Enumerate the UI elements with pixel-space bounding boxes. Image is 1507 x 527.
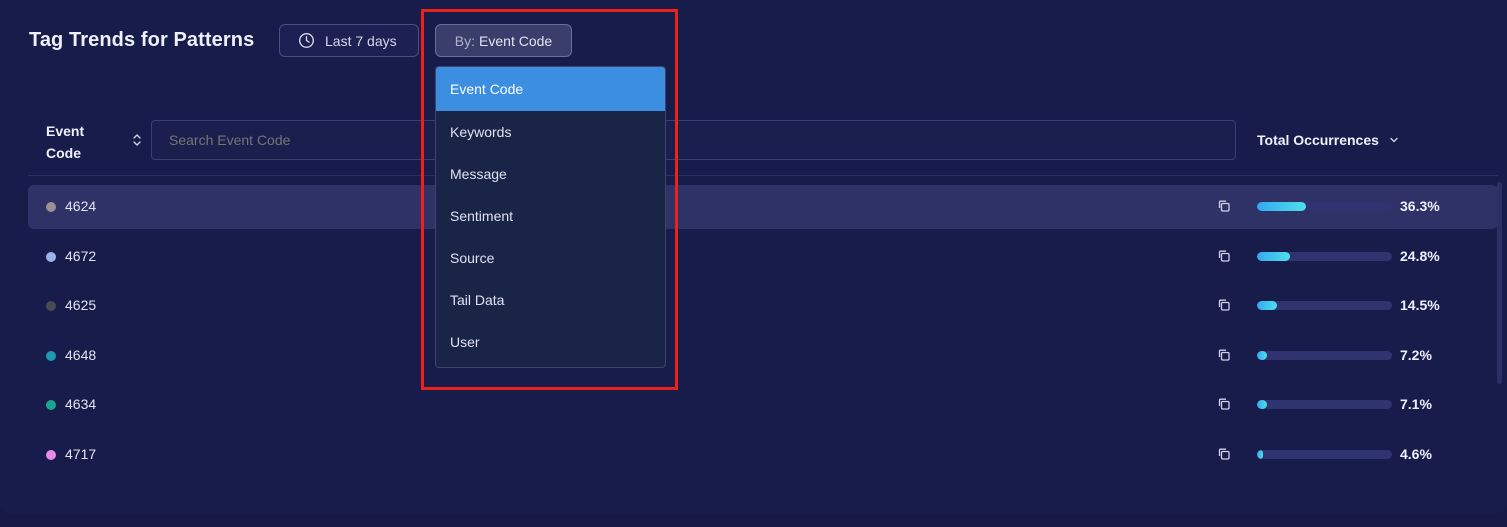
occurrence-percent: 24.8% [1400, 247, 1440, 264]
occurrence-bar-fill [1257, 202, 1306, 211]
table-row[interactable]: 4717 4.6% [28, 433, 1498, 477]
occurrence-bar [1257, 449, 1392, 459]
time-range-button[interactable]: Last 7 days [279, 24, 419, 57]
tag-trends-panel: Tag Trends for Patterns Last 7 days By: … [0, 0, 1507, 514]
total-occurrences-column-header[interactable]: Total Occurrences [1257, 132, 1399, 148]
search-input[interactable] [151, 120, 1236, 160]
sort-icon[interactable] [132, 133, 142, 147]
series-color-dot [46, 251, 56, 262]
copy-icon[interactable] [1217, 447, 1231, 461]
occurrence-bar-fill [1257, 350, 1267, 360]
occurrence-bar [1257, 202, 1392, 211]
occurrence-bar [1257, 350, 1392, 360]
table-row[interactable]: 4672 24.8% [28, 235, 1498, 279]
occurrence-bar-fill [1257, 400, 1267, 409]
page-title: Tag Trends for Patterns [29, 29, 255, 51]
table-row[interactable]: 4634 7.1% [28, 383, 1498, 427]
event-code-value: 4624 [65, 198, 97, 214]
occurrence-bar [1257, 301, 1392, 310]
series-color-dot [46, 350, 56, 361]
chevron-down-icon [1390, 137, 1398, 143]
copy-icon[interactable] [1217, 397, 1231, 411]
occurrence-percent: 7.2% [1400, 346, 1432, 363]
event-code-value: 4672 [65, 247, 97, 264]
time-range-label: Last 7 days [325, 32, 397, 49]
scrollbar[interactable] [1497, 182, 1502, 384]
event-code-column-header[interactable]: Event Code [46, 120, 106, 164]
copy-icon[interactable] [1217, 249, 1231, 263]
event-code-value: 4625 [65, 297, 97, 313]
copy-icon[interactable] [1217, 199, 1231, 213]
event-code-value: 4648 [65, 346, 97, 363]
event-code-value: 4634 [65, 396, 97, 412]
series-color-dot [46, 449, 56, 460]
occurrence-percent: 7.1% [1400, 396, 1432, 412]
occurrence-bar-fill [1257, 301, 1277, 310]
occurrence-percent: 4.6% [1400, 445, 1432, 462]
event-code-list: 4624 36.3% 4672 24.8% 4625 14.5% 4648 7.2% 4634 7… [28, 185, 1498, 482]
series-color-dot [46, 301, 56, 311]
occurrence-percent: 14.5% [1400, 297, 1440, 313]
occurrence-bar-fill [1257, 449, 1264, 459]
occurrence-bar-fill [1257, 251, 1291, 261]
series-color-dot [46, 400, 56, 410]
table-row[interactable]: 4624 36.3% [28, 185, 1498, 229]
occurrence-bar [1257, 400, 1392, 409]
series-color-dot [46, 202, 56, 212]
clock-icon [299, 33, 314, 48]
occurrence-bar [1257, 251, 1392, 261]
table-row[interactable]: 4625 14.5% [28, 284, 1498, 328]
table-row[interactable]: 4648 7.2% [28, 334, 1498, 378]
occurrence-percent: 36.3% [1400, 198, 1440, 214]
table-header: Event Code Total Occurrences [28, 110, 1498, 176]
highlight-box [421, 9, 678, 390]
event-code-value: 4717 [65, 445, 97, 462]
copy-icon[interactable] [1217, 348, 1231, 362]
total-occurrences-label: Total Occurrences [1257, 132, 1379, 148]
copy-icon[interactable] [1217, 298, 1231, 312]
